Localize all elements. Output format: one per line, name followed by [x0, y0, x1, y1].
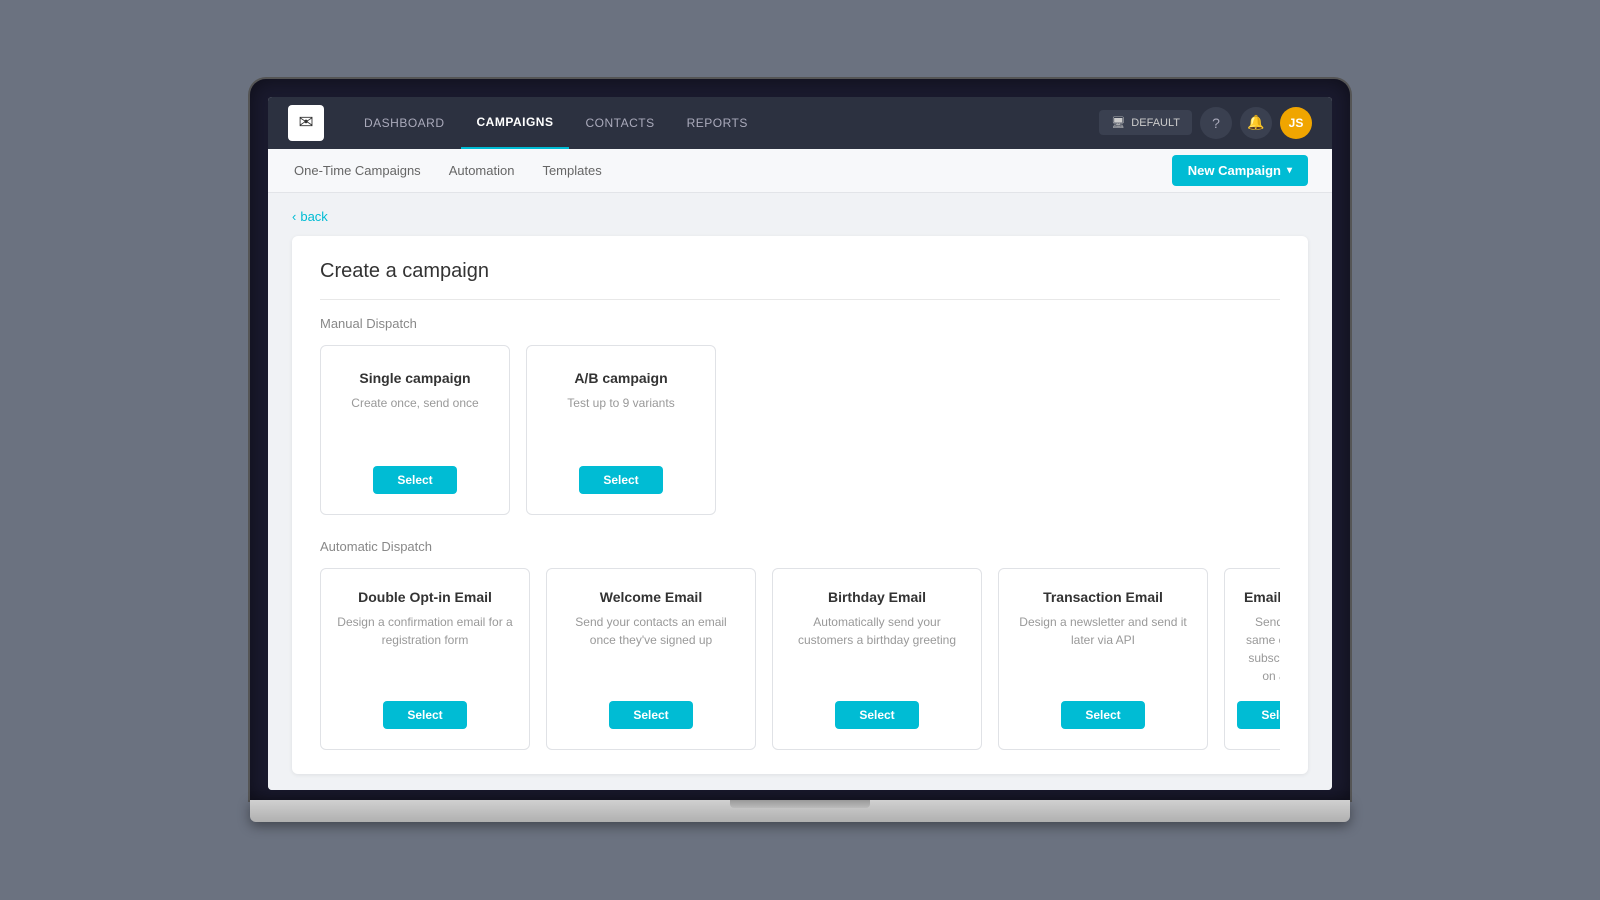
nav-reports[interactable]: REPORTS	[671, 97, 764, 149]
help-icon: ?	[1212, 115, 1220, 131]
ab-campaign-desc: Test up to 9 variants	[567, 394, 674, 412]
nav-links: DASHBOARD CAMPAIGNS CONTACTS REPORTS	[348, 97, 1099, 149]
birthday-email-card: Birthday Email Automatically send your c…	[772, 568, 982, 750]
default-label: DEFAULT	[1131, 117, 1180, 129]
nav-dashboard[interactable]: DASHBOARD	[348, 97, 461, 149]
help-button[interactable]: ?	[1200, 107, 1232, 139]
transaction-email-title: Transaction Email	[1015, 589, 1191, 605]
transaction-email-select-button[interactable]: Select	[1061, 701, 1144, 729]
transaction-email-card: Transaction Email Design a newsletter an…	[998, 568, 1208, 750]
back-link[interactable]: ‹ back	[292, 209, 1308, 224]
email-series-title: Email Se...	[1241, 589, 1280, 605]
welcome-email-select-button[interactable]: Select	[609, 701, 692, 729]
welcome-email-card: Welcome Email Send your contacts an emai…	[546, 568, 756, 750]
ab-campaign-card: A/B campaign Test up to 9 variants Selec…	[526, 345, 716, 515]
welcome-email-desc: Send your contacts an email once they've…	[563, 613, 739, 649]
create-panel: Create a campaign Manual Dispatch Single…	[292, 236, 1308, 774]
single-campaign-title: Single campaign	[351, 370, 478, 386]
user-avatar[interactable]: JS	[1280, 107, 1312, 139]
automatic-dispatch-label: Automatic Dispatch	[320, 539, 1280, 554]
top-nav: ✉ DASHBOARD CAMPAIGNS CONTACTS REPORTS 🖥…	[268, 97, 1332, 149]
laptop-screen: ✉ DASHBOARD CAMPAIGNS CONTACTS REPORTS 🖥…	[250, 79, 1350, 800]
chevron-left-icon: ‹	[292, 209, 296, 224]
email-series-desc: Send the same ema... subscribers on a...	[1241, 613, 1280, 685]
nav-logo: ✉	[288, 105, 324, 141]
double-optin-card: Double Opt-in Email Design a confirmatio…	[320, 568, 530, 750]
nav-campaigns[interactable]: CAMPAIGNS	[461, 97, 570, 149]
ab-campaign-select-button[interactable]: Select	[579, 466, 662, 494]
birthday-email-select-button[interactable]: Select	[835, 701, 918, 729]
nav-contacts[interactable]: CONTACTS	[569, 97, 670, 149]
sub-nav-templates[interactable]: Templates	[540, 148, 603, 192]
sub-nav-one-time[interactable]: One-Time Campaigns	[292, 148, 423, 192]
double-optin-select-button[interactable]: Select	[383, 701, 466, 729]
new-campaign-button[interactable]: New Campaign ▾	[1172, 155, 1308, 186]
back-label: back	[300, 209, 327, 224]
avatar-initials: JS	[1289, 116, 1304, 130]
create-title: Create a campaign	[320, 260, 1280, 300]
bell-icon: 🔔	[1247, 114, 1264, 131]
nav-right: 🖥 DEFAULT ? 🔔 JS	[1099, 107, 1312, 139]
single-campaign-select-button[interactable]: Select	[373, 466, 456, 494]
email-series-card: Email Se... Send the same ema... subscri…	[1224, 568, 1280, 750]
sub-nav-automation[interactable]: Automation	[447, 148, 517, 192]
birthday-email-title: Birthday Email	[789, 589, 965, 605]
manual-cards-row: Single campaign Create once, send once S…	[320, 345, 1280, 515]
screen-inner: ✉ DASHBOARD CAMPAIGNS CONTACTS REPORTS 🖥…	[268, 97, 1332, 790]
notifications-button[interactable]: 🔔	[1240, 107, 1272, 139]
double-optin-desc: Design a confirmation email for a regist…	[337, 613, 513, 649]
laptop-frame: ✉ DASHBOARD CAMPAIGNS CONTACTS REPORTS 🖥…	[250, 79, 1350, 822]
new-campaign-label: New Campaign	[1188, 163, 1281, 178]
default-button[interactable]: 🖥 DEFAULT	[1099, 110, 1192, 135]
logo-icon: ✉	[298, 112, 313, 133]
sub-nav-links: One-Time Campaigns Automation Templates	[292, 148, 1172, 192]
auto-cards-row: Double Opt-in Email Design a confirmatio…	[320, 568, 1280, 750]
content-area: ‹ back Create a campaign Manual Dispatch…	[268, 193, 1332, 790]
email-series-select-button[interactable]: Select	[1237, 701, 1280, 729]
birthday-email-desc: Automatically send your customers a birt…	[789, 613, 965, 649]
single-campaign-desc: Create once, send once	[351, 394, 478, 412]
manual-dispatch-label: Manual Dispatch	[320, 316, 1280, 331]
laptop-base	[250, 800, 1350, 822]
sub-nav: One-Time Campaigns Automation Templates …	[268, 149, 1332, 193]
ab-campaign-title: A/B campaign	[567, 370, 674, 386]
transaction-email-desc: Design a newsletter and send it later vi…	[1015, 613, 1191, 649]
single-campaign-card: Single campaign Create once, send once S…	[320, 345, 510, 515]
monitor-icon: 🖥	[1111, 116, 1125, 129]
double-optin-title: Double Opt-in Email	[337, 589, 513, 605]
welcome-email-title: Welcome Email	[563, 589, 739, 605]
dropdown-arrow-icon: ▾	[1287, 165, 1292, 176]
